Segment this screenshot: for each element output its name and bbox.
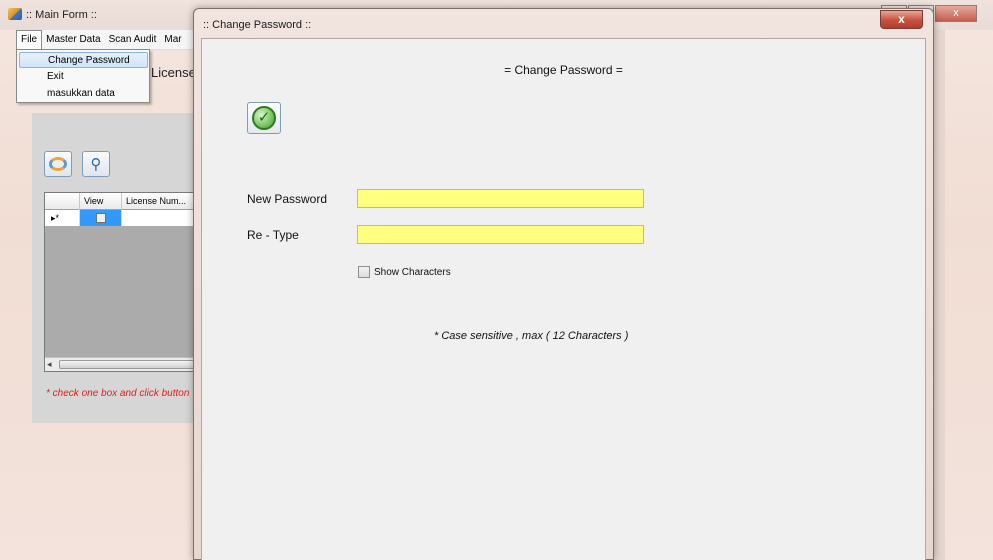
window-edge xyxy=(933,30,945,560)
scroll-thumb[interactable] xyxy=(59,360,195,369)
license-num-cell[interactable] xyxy=(122,210,197,226)
refresh-button[interactable] xyxy=(44,151,72,177)
new-password-label: New Password xyxy=(247,192,328,206)
view-checkbox-cell[interactable] xyxy=(80,210,122,226)
save-password-button[interactable]: ✓ xyxy=(247,102,281,134)
hint-text: * check one box and click button xyxy=(46,388,190,399)
dialog-close-button[interactable]: x xyxy=(880,10,923,29)
search-button[interactable]: ⚲ xyxy=(82,151,110,177)
menu-scan-audit[interactable]: Scan Audit xyxy=(105,30,161,50)
case-sensitive-note: * Case sensitive , max ( 12 Characters ) xyxy=(434,330,629,342)
column-header-view[interactable]: View xyxy=(80,193,122,210)
file-menu-dropdown: Change Password Exit masukkan data xyxy=(16,49,150,103)
license-grid[interactable]: View License Num... ▸* ◂ xyxy=(44,192,198,372)
table-row[interactable]: ▸* xyxy=(45,210,197,226)
show-characters-checkbox[interactable] xyxy=(358,266,370,278)
app-icon xyxy=(8,8,22,20)
retype-password-input[interactable] xyxy=(357,225,644,244)
column-header-license-num[interactable]: License Num... xyxy=(122,193,197,210)
scroll-left-icon[interactable]: ◂ xyxy=(47,359,52,370)
dialog-title: :: Change Password :: xyxy=(203,19,312,31)
license-label: License xyxy=(151,65,196,80)
main-form-title: :: Main Form :: xyxy=(26,9,97,21)
close-button[interactable]: x xyxy=(935,5,977,22)
refresh-icon xyxy=(49,157,67,171)
menu-master-data[interactable]: Master Data xyxy=(42,30,104,50)
view-checkbox[interactable] xyxy=(95,213,106,223)
dialog-heading: = Change Password = xyxy=(504,63,623,77)
search-icon: ⚲ xyxy=(90,155,102,173)
menu-item-masukkan-data[interactable]: masukkan data xyxy=(19,86,148,102)
menu-item-change-password[interactable]: Change Password xyxy=(19,52,148,68)
grid-header-corner xyxy=(45,193,80,210)
row-indicator: ▸* xyxy=(45,210,80,226)
show-characters-toggle[interactable]: Show Characters xyxy=(358,266,451,278)
grid-header: View License Num... xyxy=(45,193,197,210)
horizontal-scrollbar[interactable]: ◂ xyxy=(45,357,197,371)
check-icon: ✓ xyxy=(252,106,276,130)
menu-truncated[interactable]: Mar xyxy=(160,30,185,50)
menu-item-exit[interactable]: Exit xyxy=(19,69,148,85)
new-password-input[interactable] xyxy=(357,189,644,208)
retype-label: Re - Type xyxy=(247,228,299,242)
show-characters-label[interactable]: Show Characters xyxy=(374,267,451,278)
menu-file[interactable]: File xyxy=(16,30,43,49)
dialog-body: = Change Password = ✓ New Password Re - … xyxy=(201,38,926,560)
change-password-dialog: :: Change Password :: x = Change Passwor… xyxy=(193,8,934,560)
menubar: File Master Data Scan Audit Mar xyxy=(16,30,196,50)
